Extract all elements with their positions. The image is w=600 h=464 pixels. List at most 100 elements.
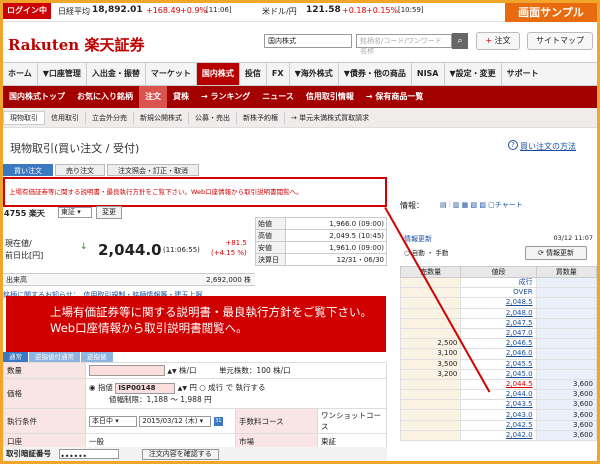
update-link[interactable]: 情報更新: [404, 234, 432, 244]
trade-password-input[interactable]: ••••••: [59, 449, 120, 461]
condition-select[interactable]: 本日中 ▾: [89, 415, 137, 427]
date-select[interactable]: 2015/03/12 (木) ▾: [139, 415, 212, 427]
logo-jp: 楽天証券: [84, 36, 145, 54]
limit-price-input[interactable]: ISP00148: [115, 382, 176, 394]
howto-link[interactable]: 買い注文の方法: [520, 141, 576, 152]
table-row: 始値 1,966.0 (09:00): [255, 217, 387, 230]
price-cell[interactable]: OVER: [460, 287, 537, 299]
tab-sell-order[interactable]: 売り注文: [55, 164, 105, 176]
tab-stop-order[interactable]: 逆指値: [81, 352, 113, 362]
table-row: 数量 ▲▼ 株/口 単元株数：100 株/口: [3, 362, 387, 379]
tab-buy-order[interactable]: 買い注文: [3, 164, 53, 176]
mainnav-fx[interactable]: FX: [267, 63, 290, 85]
buy-qty-cell: [535, 297, 598, 309]
mainnav-support[interactable]: サポート: [502, 63, 544, 85]
tab-normal-order[interactable]: 通常: [3, 352, 28, 362]
sell-qty-cell: [399, 419, 462, 431]
thirdnav-odd-lot[interactable]: → 単元未満株式買取請求: [285, 112, 375, 124]
search-icon[interactable]: ⌕: [452, 33, 468, 49]
price-cell[interactable]: 成行: [460, 276, 537, 289]
mainnav-settings[interactable]: ▼設定・変更: [445, 63, 502, 85]
refresh-mode-label: 自動 ・ 手動: [411, 249, 449, 257]
price-cell[interactable]: 2,044.0: [460, 389, 537, 401]
mainnav-nisa[interactable]: NISA: [412, 63, 445, 85]
confirm-order-button[interactable]: 注文内容を確認する: [141, 448, 219, 460]
subnav-news[interactable]: ニュース: [256, 86, 300, 108]
price-cell[interactable]: 2,045.0: [460, 368, 537, 380]
nikkei-value: 18,892.01: [92, 5, 143, 15]
price-cell[interactable]: 2,047.5: [460, 317, 537, 329]
site-header: Rakuten 楽天証券 国内株式 銘柄名/コード/ワンワード名称 ⌕ + 注文…: [0, 22, 600, 62]
price-cell[interactable]: 2,047.0: [460, 327, 537, 340]
quantity-stepper-icon[interactable]: ▲▼: [167, 368, 176, 375]
trade-type-nav: 現物取引 信用取引 立会外分売 新規公開株式 公募・売出 新株予約権 → 単元未…: [3, 108, 597, 128]
subnav-lending[interactable]: 貸株: [167, 86, 195, 108]
chart-icons[interactable]: ▤ ⫶ ▥ ▦ ▧ ▨ ▢チャート: [440, 200, 523, 210]
price-cell[interactable]: 2,046.0: [460, 348, 537, 360]
limit-radio[interactable]: ◉: [89, 383, 96, 392]
price-cell[interactable]: 2,042.5: [460, 419, 537, 431]
subnav-margin-info[interactable]: 信用取引情報: [300, 86, 360, 108]
quantity-input[interactable]: [89, 365, 165, 377]
thirdnav-offfloor[interactable]: 立会外分売: [86, 111, 134, 124]
rakuten-logo[interactable]: Rakuten 楽天証券: [8, 34, 144, 55]
disclosure-notice-link[interactable]: 上場有価証券等に関する説明書・最良執行方針をご覧下さい。Web口座情報から取引説…: [9, 186, 303, 196]
subnav-stock-top[interactable]: 国内株式トップ: [3, 86, 71, 108]
order-button[interactable]: + 注文: [476, 32, 520, 50]
usd-pct: +0.15%: [366, 6, 399, 15]
price-cell[interactable]: 2,046.5: [460, 338, 537, 350]
buy-qty-cell: [535, 327, 598, 340]
subnav-holdings[interactable]: → 保有商品一覧: [360, 86, 430, 108]
mainnav-home[interactable]: ホーム: [3, 63, 38, 85]
thirdnav-rights[interactable]: 新株予約権: [237, 111, 285, 124]
price-cell[interactable]: 2,042.0: [460, 429, 537, 442]
price-cell[interactable]: 2,044.5: [460, 378, 537, 391]
sell-qty-cell: [399, 378, 462, 391]
subnav-order[interactable]: 注文: [139, 86, 167, 108]
market-radio[interactable]: ○: [199, 383, 206, 392]
search-input[interactable]: 銘柄名/コード/ワンワード名称: [356, 34, 452, 55]
mainnav-fund[interactable]: 投信: [240, 63, 267, 85]
market-ticker-bar: ログイン中 日経平均 18,892.01 +168.49 +0.9% [11:0…: [0, 0, 600, 22]
limit-stepper-icon[interactable]: ▲▼: [178, 385, 187, 392]
mainnav-domestic-stock[interactable]: 国内株式: [196, 63, 240, 85]
nikkei-change: +168.49: [146, 6, 181, 15]
subnav-ranking[interactable]: → ランキング: [195, 86, 256, 108]
sell-qty-cell: 2,500: [399, 338, 462, 350]
mainnav-foreign-stock[interactable]: ▼海外株式: [290, 63, 339, 85]
thirdnav-spot[interactable]: 現物取引: [3, 110, 45, 125]
sell-qty-cell: [399, 389, 462, 401]
search-category-select[interactable]: 国内株式: [264, 34, 352, 48]
tab-order-inquiry[interactable]: 注文照会・訂正・取消: [107, 164, 199, 176]
nikkei-pct: +0.9%: [180, 6, 208, 15]
usd-label: 米ドル/円: [262, 7, 297, 16]
thirdnav-ipo[interactable]: 新規公開株式: [134, 111, 189, 124]
price-cell[interactable]: 2,043.0: [460, 409, 537, 421]
buy-qty-cell: [535, 287, 598, 299]
buy-qty-header: 買数量: [535, 266, 598, 278]
price-cell[interactable]: 2,048.0: [460, 307, 537, 319]
table-row: 安値 1,961.0 (09:00): [255, 241, 387, 254]
mainnav-deposit[interactable]: 入出金・振替: [87, 63, 146, 85]
mainnav-market[interactable]: マーケット: [146, 63, 197, 85]
price-cell[interactable]: 2,048.5: [460, 297, 537, 309]
mainnav-bonds[interactable]: ▼債券・他の商品: [339, 63, 412, 85]
sitemap-button[interactable]: サイトマップ: [527, 32, 593, 50]
price-label-line2: 前日比[円]: [5, 251, 44, 260]
tab-stop-normal-order[interactable]: 逆指値付通常: [29, 352, 80, 362]
price-cell[interactable]: 2,043.5: [460, 399, 537, 411]
mainnav-account[interactable]: ▼口座管理: [38, 63, 87, 85]
refresh-info-button[interactable]: ⟳ 情報更新: [525, 246, 587, 260]
table-row: 2,042.0 3,600: [399, 429, 598, 442]
usd-change: +0.18: [342, 6, 367, 15]
open-label: 始値: [255, 217, 286, 230]
calendar-icon[interactable]: 31: [213, 416, 223, 426]
thirdnav-margin[interactable]: 信用取引: [45, 111, 86, 124]
buy-qty-cell: 3,600: [535, 378, 598, 391]
help-icon[interactable]: ?: [508, 140, 518, 150]
thirdnav-po[interactable]: 公募・売出: [189, 111, 237, 124]
volume-label: 出来高: [6, 276, 27, 284]
table-row: 2,048.5: [399, 297, 598, 309]
board-datetime: 03/12 11:07: [553, 234, 593, 242]
subnav-favorites[interactable]: お気に入り銘柄: [71, 86, 139, 108]
